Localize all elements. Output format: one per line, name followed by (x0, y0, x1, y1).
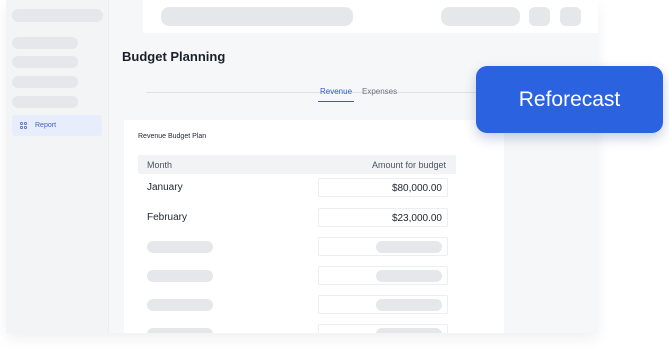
table-row-placeholder (138, 234, 456, 259)
table-row: January $80,000.00 (138, 175, 456, 200)
reforecast-button[interactable]: Reforecast (476, 66, 663, 133)
tab-revenue[interactable]: Revenue (317, 87, 355, 102)
row-month: January (147, 182, 183, 193)
toolbar-icon-placeholder[interactable] (529, 7, 550, 26)
column-header-month: Month (147, 160, 173, 170)
amount-placeholder (376, 328, 442, 333)
toolbar-placeholder[interactable] (441, 7, 520, 26)
month-placeholder (147, 270, 213, 282)
table-row-placeholder (138, 321, 456, 333)
sidebar-placeholder (12, 96, 78, 108)
table-row: February $23,000.00 (138, 205, 456, 230)
table-row-placeholder (138, 292, 456, 317)
amount-input[interactable]: $80,000.00 (318, 178, 448, 197)
sidebar: Report (6, 0, 109, 333)
column-header-amount: Amount for budget (371, 160, 446, 170)
amount-value: $23,000.00 (391, 213, 442, 224)
page-title: Budget Planning (122, 49, 226, 64)
amount-placeholder (376, 241, 442, 253)
sidebar-item-label: Report (35, 122, 57, 129)
top-bar (143, 0, 598, 33)
amount-input[interactable]: $23,000.00 (318, 208, 448, 227)
tab-expenses[interactable]: Expenses (362, 87, 397, 96)
toolbar-icon-placeholder[interactable] (560, 7, 581, 26)
month-placeholder (147, 241, 213, 253)
month-placeholder (147, 328, 213, 333)
table-row-placeholder (138, 263, 456, 288)
amount-placeholder (376, 270, 442, 282)
sidebar-placeholder (12, 56, 78, 68)
sidebar-placeholder (12, 76, 78, 88)
sidebar-item-report[interactable]: Report (12, 115, 102, 136)
table-header: Month Amount for budget (138, 155, 456, 174)
search-placeholder[interactable] (161, 7, 353, 26)
row-month: February (147, 212, 188, 223)
app-window: Report Budget Planning Revenue Expenses … (6, 0, 598, 333)
sidebar-placeholder (12, 9, 103, 22)
amount-placeholder (376, 299, 442, 311)
card-title: Revenue Budget Plan (138, 133, 207, 140)
budget-card: Revenue Budget Plan Month Amount for bud… (124, 120, 504, 333)
grid-icon (20, 122, 27, 129)
sidebar-placeholder (12, 37, 78, 49)
month-placeholder (147, 299, 213, 311)
amount-value: $80,000.00 (391, 183, 442, 194)
